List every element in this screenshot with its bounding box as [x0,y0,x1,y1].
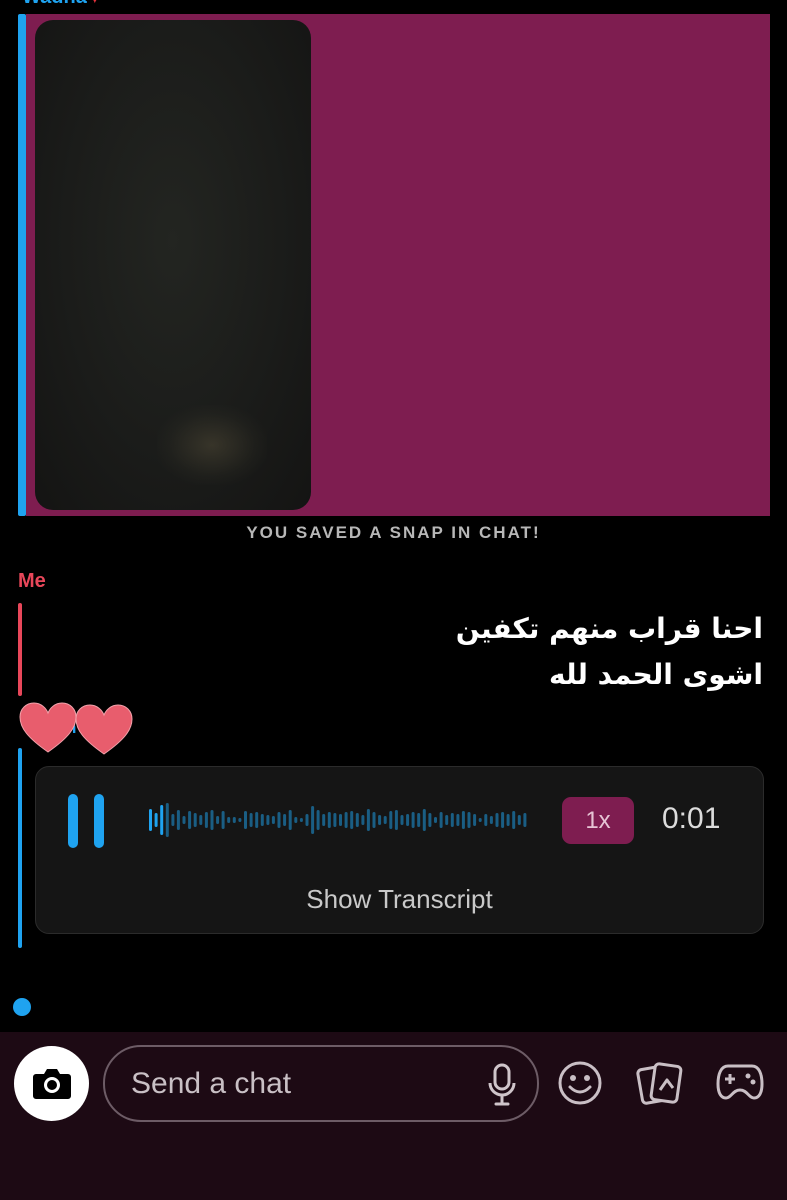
waveform-bar [221,811,225,829]
waveform-bar [311,806,315,834]
waveform-bar [188,811,192,829]
waveform-bar [366,809,370,831]
pause-button[interactable] [66,794,108,848]
me-accent-bar [18,603,22,696]
smiley-icon[interactable] [557,1060,603,1106]
waveform-bar [271,816,275,824]
camera-button[interactable] [14,1046,89,1121]
waveform-bar [260,814,264,826]
waveform-bar [389,811,393,829]
audio-waveform[interactable] [148,798,528,842]
waveform-bar [478,818,482,822]
snap-light-spot [157,405,267,485]
sender-name: Wadha [22,0,87,8]
waveform-bar [244,811,247,829]
waveform-bar [294,817,298,823]
waveform-bar [512,811,516,829]
waveform-bar [232,817,236,823]
waveform-bar [411,812,415,828]
waveform-bar [204,812,208,828]
waveform-bar [288,810,292,830]
waveform-bar [344,812,348,828]
waveform-bar [417,813,421,827]
waveform-bar [422,809,426,831]
waveform-bar [445,815,449,825]
waveform-bar [299,818,303,822]
waveform-bar [266,815,270,825]
waveform-bar [193,813,197,827]
two-hearts-icon[interactable] [18,700,134,756]
message-line-1: احنا قراب منهم تكفين [455,612,763,645]
chat-input[interactable] [131,1061,461,1107]
waveform-bar [199,815,203,825]
waveform-bar [283,814,287,826]
waveform-bar [350,811,354,829]
heart-icon: ♥ [89,0,101,8]
waveform-bar [400,815,404,825]
waveform-bar [495,813,499,827]
waveform-bar [255,812,259,828]
memories-icon[interactable] [636,1060,684,1106]
waveform-bar [160,805,164,835]
waveform-bar [182,816,186,824]
waveform-bar [489,816,493,824]
waveform-bar [484,814,488,826]
voice-accent-bar [18,748,22,948]
playback-speed-button[interactable]: 1x [562,797,634,844]
waveform-bar [316,810,320,830]
saved-snap-notice: YOU SAVED A SNAP IN CHAT! [246,523,541,542]
chat-input-pill[interactable] [103,1045,539,1122]
waveform-bar [467,812,471,828]
waveform-bar [394,810,398,830]
waveform-bar [378,815,382,825]
waveform-bar [523,813,527,827]
voice-note-duration: 0:01 [662,802,721,835]
waveform-bar [517,815,521,825]
waveform-bar [149,809,152,831]
waveform-bar [238,818,242,822]
waveform-bar [501,812,505,828]
waveform-bar [216,816,220,824]
camera-icon [33,1069,71,1099]
games-icon[interactable] [716,1060,764,1102]
waveform-bar [473,814,477,826]
waveform-bar [322,814,326,826]
waveform-bar [434,817,437,823]
waveform-bar [227,817,231,823]
waveform-bar [406,814,410,826]
waveform-bar [372,812,376,828]
waveform-bar [361,815,365,825]
snap-accent-bar [18,14,26,516]
chat-screen: Wadha♥ YOU SAVED A SNAP IN CHAT! Me احنا… [0,0,787,1200]
waveform-bar [210,810,214,830]
presence-dot [13,998,31,1016]
waveform-bar [305,814,309,826]
waveform-bar [154,813,158,827]
sender-label-top: Wadha♥ [22,0,101,9]
waveform-bar [165,803,169,837]
waveform-bar [327,812,331,828]
microphone-icon[interactable] [487,1063,517,1107]
waveform-bar [450,813,454,827]
waveform-bar [249,813,253,827]
waveform-bar [506,814,510,826]
waveform-bar [339,814,342,826]
waveform-bar [439,812,443,828]
show-transcript-button[interactable]: Show Transcript [35,884,764,915]
waveform-bar [428,813,432,827]
waveform-bar [383,816,387,824]
waveform-bar [176,810,180,830]
waveform-bar [171,814,175,826]
snap-thumbnail[interactable] [35,20,311,510]
waveform-bar [456,814,460,826]
me-sender-label: Me [18,570,46,592]
waveform-bar [461,811,465,829]
waveform-bar [333,813,337,827]
waveform-bar [355,813,359,827]
message-line-2: اشوى الحمد لله [548,658,763,691]
waveform-bar [277,812,281,828]
me-message-text[interactable]: احنا قراب منهم تكفين اشوى الحمد لله [163,606,763,698]
